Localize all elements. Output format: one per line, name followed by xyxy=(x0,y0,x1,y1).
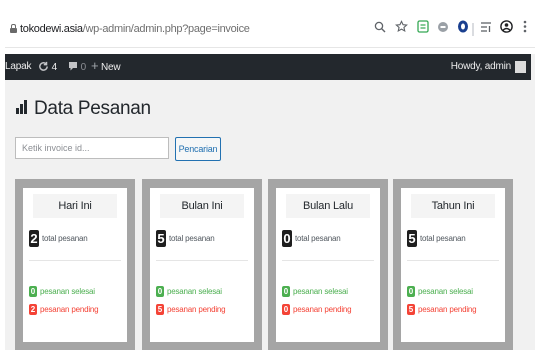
plus-icon: + xyxy=(91,58,99,73)
done-orders-row: 0 pesanan selesai xyxy=(29,283,95,301)
card-title: Tahun Ini xyxy=(411,194,495,218)
done-label: pesanan selesai xyxy=(40,287,95,297)
total-count-badge: 5 xyxy=(407,230,417,248)
updates-icon xyxy=(38,61,52,73)
pending-orders-row: 5 pesanan pending xyxy=(407,301,477,319)
toolbar-divider xyxy=(472,23,474,36)
page-content: Data Pesanan Pencarian Hari Ini 2total p… xyxy=(5,80,531,351)
pending-count-badge: 2 xyxy=(29,304,37,316)
done-count-badge: 0 xyxy=(407,286,415,298)
total-label: total pesanan xyxy=(169,234,215,244)
total-count-badge: 5 xyxy=(156,230,166,248)
page-title-text: Data Pesanan xyxy=(34,98,151,119)
done-count-badge: 0 xyxy=(29,286,37,298)
window-frame-top xyxy=(0,0,535,5)
address-bar[interactable]: tokodewi.asia/wp-admin/admin.php?page=in… xyxy=(5,14,535,48)
admin-bar: Lapak 4 0 + New Howdy, admin xyxy=(5,54,531,80)
done-orders-row: 0 pesanan selesai xyxy=(156,283,222,301)
card-divider xyxy=(407,260,499,261)
total-orders-row: 0 total pesanan xyxy=(282,230,341,248)
total-count-badge: 2 xyxy=(29,230,39,248)
updates-count: 4 xyxy=(51,62,58,73)
pending-count-badge: 0 xyxy=(282,304,290,316)
pending-orders-row: 5 pesanan pending xyxy=(156,301,226,319)
done-orders-row: 0 pesanan selesai xyxy=(282,283,348,301)
star-icon[interactable] xyxy=(394,20,408,38)
account-greeting[interactable]: Howdy, admin xyxy=(451,61,511,72)
stats-card-this-year: Tahun Ini 5 total pesanan 0 pesanan selesa… xyxy=(393,179,513,351)
updates-link[interactable]: 4 xyxy=(38,61,57,73)
card-divider xyxy=(156,260,248,261)
window-frame-bottom xyxy=(0,350,535,358)
extension-list-icon[interactable] xyxy=(416,20,430,38)
site-name-link[interactable]: Lapak xyxy=(5,61,31,72)
comments-count: 0 xyxy=(80,62,87,73)
new-label: New xyxy=(101,62,121,73)
stats-card-last-month: Bulan Lalu 0 total pesanan 0 pesanan seles… xyxy=(268,179,388,351)
total-orders-row: 5 total pesanan xyxy=(156,230,215,248)
invoice-search-input[interactable] xyxy=(15,137,169,159)
card-body: Tahun Ini 5 total pesanan 0 pesanan selesa… xyxy=(401,188,505,342)
total-count-badge: 0 xyxy=(282,230,292,248)
card-title: Hari Ini xyxy=(33,194,117,218)
done-label: pesanan selesai xyxy=(293,287,348,297)
card-body: Hari Ini 2 total pesanan 0 pesanan selesai… xyxy=(23,188,127,342)
card-divider xyxy=(29,260,121,261)
pending-orders-row: 0 pesanan pending xyxy=(282,301,352,319)
pending-count-badge: 5 xyxy=(407,304,415,316)
done-orders-row: 0 pesanan selesai xyxy=(407,283,473,301)
done-count-badge: 0 xyxy=(156,286,164,298)
card-title: Bulan Ini xyxy=(160,194,244,218)
scrollbar[interactable] xyxy=(531,54,535,350)
profile-icon[interactable] xyxy=(499,20,513,38)
zoom-icon[interactable] xyxy=(373,20,387,38)
stats-card-this-month: Bulan Ini 5 total pesanan 0 pesanan selesa… xyxy=(142,179,262,351)
done-label: pesanan selesai xyxy=(418,287,473,297)
card-body: Bulan Ini 5 total pesanan 0 pesanan selesa… xyxy=(150,188,254,342)
total-label: total pesanan xyxy=(42,234,88,244)
card-body: Bulan Lalu 0 total pesanan 0 pesanan seles… xyxy=(276,188,380,342)
search-button[interactable]: Pencarian xyxy=(175,137,221,161)
pending-label: pesanan pending xyxy=(418,305,477,315)
total-label: total pesanan xyxy=(420,234,466,244)
total-orders-row: 2 total pesanan xyxy=(29,230,88,248)
lock-icon[interactable] xyxy=(10,24,17,33)
pending-orders-row: 2 pesanan pending xyxy=(29,301,99,319)
card-divider xyxy=(282,260,374,261)
url-text[interactable]: tokodewi.asia/wp-admin/admin.php?page=in… xyxy=(20,23,250,35)
done-label: pesanan selesai xyxy=(167,287,222,297)
extension-blue-icon[interactable] xyxy=(456,20,470,38)
avatar[interactable] xyxy=(515,61,526,73)
reading-list-icon[interactable] xyxy=(479,20,493,38)
new-content-link[interactable]: + New xyxy=(91,58,121,73)
chart-bars-icon xyxy=(16,100,28,114)
pending-label: pesanan pending xyxy=(293,305,352,315)
comments-link[interactable]: 0 xyxy=(68,61,86,73)
total-orders-row: 5 total pesanan xyxy=(407,230,466,248)
comment-icon xyxy=(68,62,81,73)
total-label: total pesanan xyxy=(295,234,341,244)
page-title: Data Pesanan xyxy=(16,98,151,120)
card-title: Bulan Lalu xyxy=(286,194,370,218)
pending-label: pesanan pending xyxy=(40,305,99,315)
menu-icon[interactable] xyxy=(520,20,530,38)
extension-gray-icon[interactable] xyxy=(436,20,450,38)
pending-label: pesanan pending xyxy=(167,305,226,315)
stats-card-today: Hari Ini 2 total pesanan 0 pesanan selesai… xyxy=(15,179,135,351)
done-count-badge: 0 xyxy=(282,286,290,298)
pending-count-badge: 5 xyxy=(156,304,164,316)
